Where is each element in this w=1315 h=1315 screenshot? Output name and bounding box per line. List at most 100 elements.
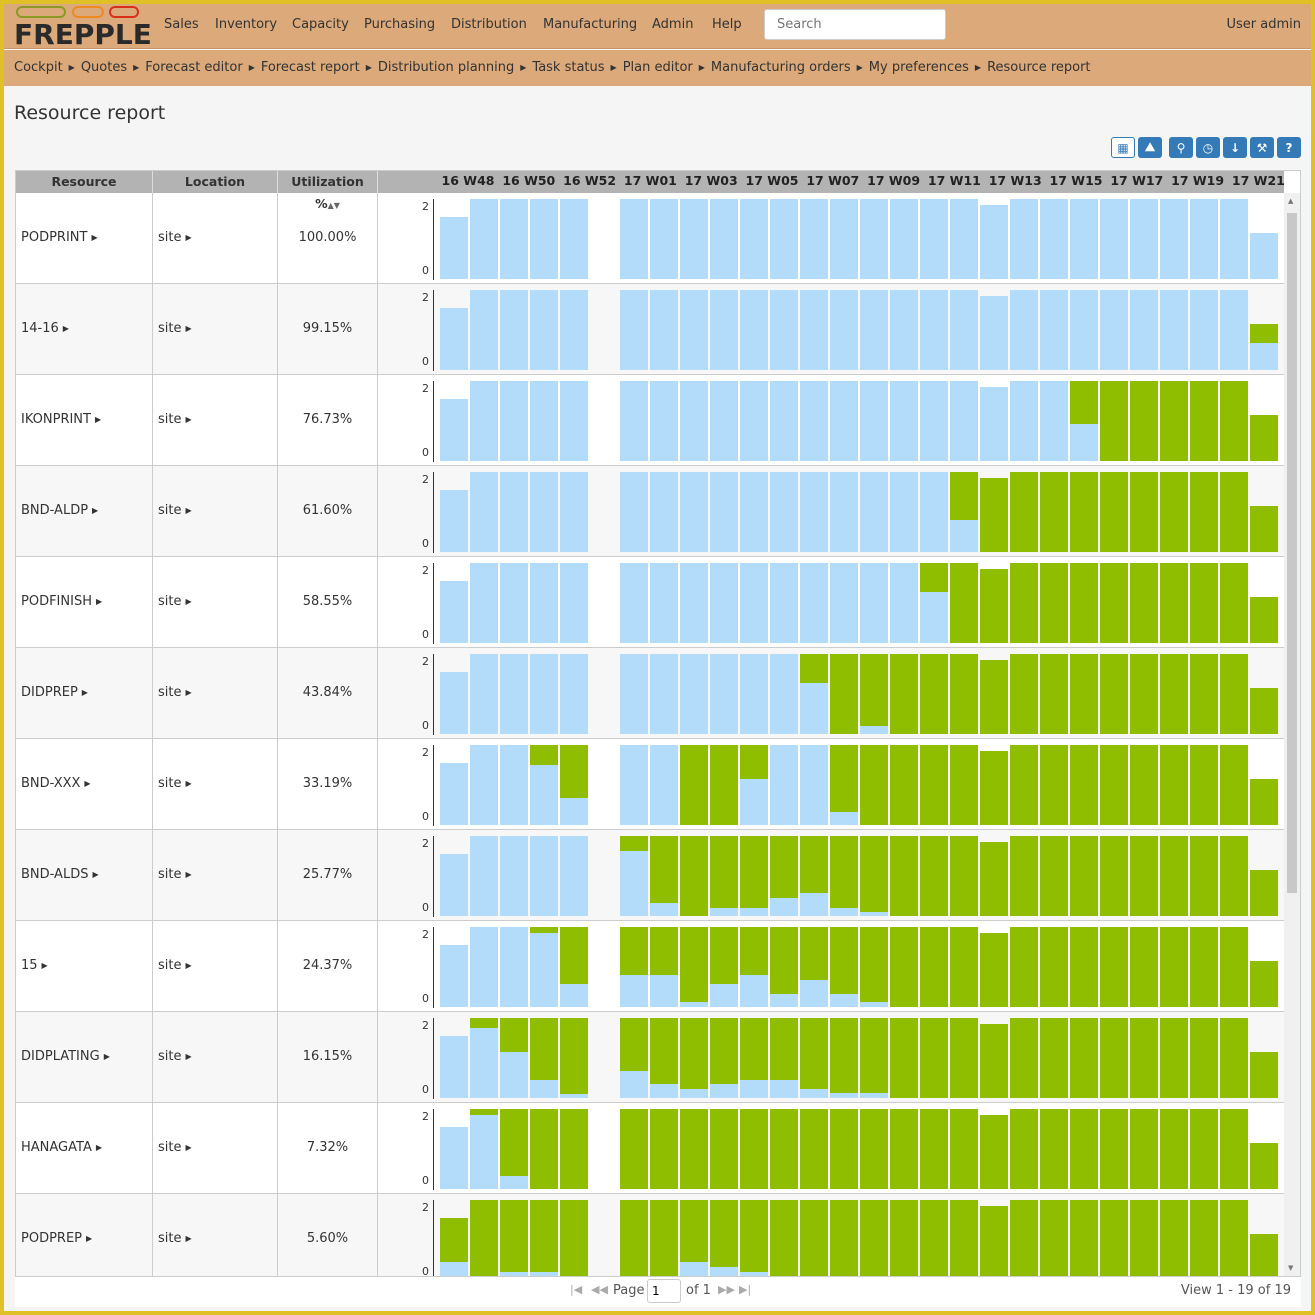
load-bar[interactable]	[800, 682, 828, 734]
menu-manufacturing[interactable]: Manufacturing	[543, 17, 637, 32]
free-capacity-bar[interactable]	[530, 927, 558, 933]
load-bar[interactable]	[650, 563, 678, 643]
load-bar[interactable]	[530, 290, 558, 370]
free-capacity-bar[interactable]	[500, 1018, 528, 1052]
load-bar[interactable]	[650, 199, 678, 279]
load-bar[interactable]	[1040, 381, 1068, 461]
load-bar[interactable]	[680, 381, 708, 461]
free-capacity-bar[interactable]	[1040, 563, 1068, 643]
free-capacity-bar[interactable]	[1070, 836, 1098, 916]
free-capacity-bar[interactable]	[650, 1018, 678, 1084]
caret-right-icon[interactable]: ▶	[185, 1234, 191, 1243]
load-bar[interactable]	[920, 290, 948, 370]
load-bar[interactable]	[1190, 199, 1218, 279]
table-row[interactable]: DIDPREP ▶ site ▶ 43.84% 2 0	[16, 648, 1284, 739]
last-page-icon[interactable]: ▶|	[739, 1283, 751, 1296]
load-bar[interactable]	[530, 472, 558, 552]
load-bar[interactable]	[440, 1262, 468, 1276]
load-bar[interactable]	[1040, 290, 1068, 370]
free-capacity-bar[interactable]	[1130, 1200, 1158, 1276]
load-bar[interactable]	[470, 563, 498, 643]
free-capacity-bar[interactable]	[1220, 1018, 1248, 1098]
load-bar[interactable]	[440, 672, 468, 734]
load-bar[interactable]	[860, 1001, 888, 1007]
load-bar[interactable]	[1250, 342, 1278, 370]
free-capacity-bar[interactable]	[1100, 1109, 1128, 1189]
free-capacity-bar[interactable]	[1250, 506, 1278, 552]
load-bar[interactable]	[860, 912, 888, 916]
free-capacity-bar[interactable]	[800, 1200, 828, 1276]
load-bar[interactable]	[530, 381, 558, 461]
caret-right-icon[interactable]: ▶	[82, 688, 88, 697]
free-capacity-bar[interactable]	[1220, 1109, 1248, 1189]
free-capacity-bar[interactable]	[1190, 472, 1218, 552]
caret-right-icon[interactable]: ▶	[185, 597, 191, 606]
table-button[interactable]: ▦	[1111, 137, 1135, 158]
load-bar[interactable]	[680, 1262, 708, 1276]
load-bar[interactable]	[530, 1080, 558, 1098]
load-bar[interactable]	[680, 563, 708, 643]
free-capacity-bar[interactable]	[710, 1018, 738, 1084]
free-capacity-bar[interactable]	[1130, 654, 1158, 734]
caret-right-icon[interactable]: ▶	[92, 870, 98, 879]
free-capacity-bar[interactable]	[890, 1200, 918, 1276]
free-capacity-bar[interactable]	[740, 836, 768, 908]
utilization-chart[interactable]: 20	[378, 375, 1284, 466]
free-capacity-bar[interactable]	[950, 472, 978, 520]
free-capacity-bar[interactable]	[650, 836, 678, 903]
load-bar[interactable]	[440, 945, 468, 1007]
free-capacity-bar[interactable]	[1010, 563, 1038, 643]
wrench-button[interactable]: ⚒	[1250, 137, 1274, 158]
free-capacity-bar[interactable]	[1070, 654, 1098, 734]
load-bar[interactable]	[830, 290, 858, 370]
load-bar[interactable]	[1070, 199, 1098, 279]
table-row[interactable]: PODPREP ▶ site ▶ 5.60% 2 0	[16, 1194, 1284, 1276]
load-bar[interactable]	[500, 199, 528, 279]
free-capacity-bar[interactable]	[620, 1200, 648, 1276]
menu-distribution[interactable]: Distribution	[451, 17, 527, 32]
resource-cell[interactable]: BND-ALDS ▶	[16, 830, 153, 921]
load-bar[interactable]	[500, 836, 528, 916]
free-capacity-bar[interactable]	[1070, 381, 1098, 424]
free-capacity-bar[interactable]	[530, 1109, 558, 1189]
free-capacity-bar[interactable]	[1220, 472, 1248, 552]
free-capacity-bar[interactable]	[1190, 1109, 1218, 1189]
load-bar[interactable]	[680, 654, 708, 734]
free-capacity-bar[interactable]	[1250, 779, 1278, 825]
free-capacity-bar[interactable]	[1100, 745, 1128, 825]
load-bar[interactable]	[440, 399, 468, 461]
location-cell[interactable]: site ▶	[153, 193, 278, 284]
free-capacity-bar[interactable]	[740, 1018, 768, 1080]
load-bar[interactable]	[800, 1088, 828, 1098]
load-bar[interactable]	[710, 290, 738, 370]
load-bar[interactable]	[890, 381, 918, 461]
free-capacity-bar[interactable]	[1010, 927, 1038, 1007]
load-bar[interactable]	[1220, 199, 1248, 279]
load-bar[interactable]	[650, 902, 678, 916]
load-bar[interactable]	[680, 472, 708, 552]
load-bar[interactable]	[1100, 199, 1128, 279]
load-bar[interactable]	[710, 472, 738, 552]
free-capacity-bar[interactable]	[1130, 1109, 1158, 1189]
load-bar[interactable]	[620, 745, 648, 825]
load-bar[interactable]	[500, 472, 528, 552]
scrollbar-thumb[interactable]	[1287, 213, 1297, 893]
free-capacity-bar[interactable]	[980, 660, 1008, 734]
breadcrumb-item[interactable]: Distribution planning	[378, 60, 514, 75]
load-bar[interactable]	[800, 563, 828, 643]
resource-name[interactable]: IKONPRINT	[21, 412, 91, 427]
free-capacity-bar[interactable]	[980, 751, 1008, 825]
free-capacity-bar[interactable]	[830, 1200, 858, 1276]
load-bar[interactable]	[860, 726, 888, 734]
load-bar[interactable]	[770, 898, 798, 916]
free-capacity-bar[interactable]	[890, 927, 918, 1007]
free-capacity-bar[interactable]	[980, 569, 1008, 643]
location-cell[interactable]: site ▶	[153, 1194, 278, 1276]
load-bar[interactable]	[500, 1052, 528, 1098]
free-capacity-bar[interactable]	[1040, 472, 1068, 552]
resource-name[interactable]: 15	[21, 958, 38, 973]
free-capacity-bar[interactable]	[740, 745, 768, 779]
load-bar[interactable]	[860, 1092, 888, 1098]
free-capacity-bar[interactable]	[1010, 745, 1038, 825]
free-capacity-bar[interactable]	[740, 1200, 768, 1272]
